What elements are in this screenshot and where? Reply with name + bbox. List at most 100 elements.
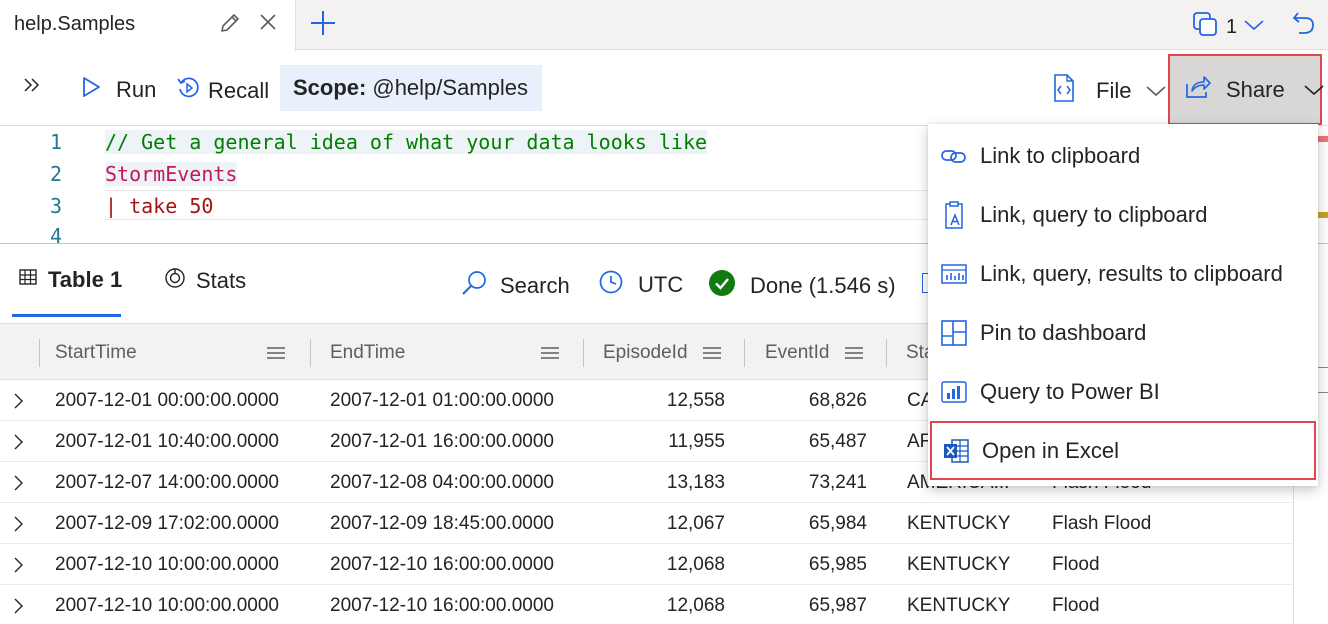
expand-row-chevron-icon[interactable] [12, 462, 26, 503]
tab-title: help.Samples [14, 13, 136, 35]
tab-stats[interactable]: Stats [164, 267, 246, 295]
table-tab-label: Table 1 [48, 267, 123, 292]
menu-item-label: Link, query, results to clipboard [980, 260, 1283, 286]
search-button[interactable]: Search [460, 269, 570, 303]
menu-item-link-query-results-to-clipboard[interactable]: Link, query, results to clipboard [928, 244, 1318, 303]
cell-starttime: 2007-12-09 17:02:00.0000 [55, 512, 279, 534]
share-label: Share [1226, 76, 1285, 102]
column-menu-icon[interactable] [540, 324, 560, 381]
expand-row-chevron-icon[interactable] [12, 585, 26, 624]
column-separator [886, 339, 887, 367]
scope-value: @help/Samples [372, 75, 528, 100]
minimap-marker [1318, 212, 1328, 218]
column-separator [39, 339, 40, 367]
cell-episodeid: 11,955 [668, 430, 725, 452]
column-header-eventid[interactable]: EventId [765, 324, 840, 381]
cell-endtime: 2007-12-10 16:00:00.0000 [330, 553, 554, 575]
power-bi-icon [940, 378, 968, 406]
column-header-label: Sta [906, 341, 928, 363]
file-label: File [1096, 78, 1132, 103]
link-icon [940, 142, 968, 170]
column-separator [744, 339, 745, 367]
expand-row-chevron-icon[interactable] [12, 380, 26, 421]
menu-item-label: Pin to dashboard [980, 319, 1147, 345]
share-menu-button[interactable]: Share [1168, 54, 1325, 125]
clock-icon [598, 269, 624, 301]
search-label: Search [500, 273, 570, 298]
menu-item-open-in-excel[interactable]: Open in Excel [930, 421, 1316, 480]
cell-eventid: 65,984 [808, 512, 867, 534]
chevron-down-icon [1243, 18, 1265, 37]
clipboard-results-icon [940, 260, 968, 288]
clipboard-query-icon [940, 200, 968, 229]
share-icon [1184, 74, 1212, 106]
query-toolbar: Run Recall Scope: @help/Samples File Sha… [0, 51, 1328, 126]
query-status: Done (1.546 s) [708, 269, 896, 303]
column-header-label: EventId [765, 341, 830, 363]
scope-selector[interactable]: Scope: @help/Samples [280, 65, 542, 111]
menu-item-pin-to-dashboard[interactable]: Pin to dashboard [928, 303, 1318, 362]
run-button[interactable]: Run [80, 75, 156, 105]
column-header-label: EndTime [330, 341, 406, 363]
chevron-down-icon [1303, 77, 1325, 103]
column-menu-icon[interactable] [266, 324, 286, 381]
column-header-starttime[interactable]: StartTime [55, 324, 290, 381]
cell-endtime: 2007-12-08 04:00:00.0000 [330, 471, 554, 493]
column-separator [583, 339, 584, 367]
line-number: 1 [49, 130, 62, 154]
recall-button[interactable]: Recall [176, 75, 269, 107]
expand-row-chevron-icon[interactable] [12, 503, 26, 544]
column-header-endtime[interactable]: EndTime [330, 324, 530, 381]
cell-state: KENTUCKY [907, 512, 1011, 534]
expand-row-chevron-icon[interactable] [12, 421, 26, 462]
play-icon [80, 75, 102, 105]
column-menu-icon[interactable] [702, 324, 722, 381]
table-row[interactable]: 2007-12-10 10:00:00.0000 2007-12-10 16:00… [0, 585, 1293, 624]
stats-tab-label: Stats [196, 268, 247, 293]
cell-starttime: 2007-12-10 10:00:00.0000 [55, 553, 279, 575]
pencil-icon[interactable] [218, 11, 242, 40]
cell-episodeid: 12,068 [666, 594, 725, 616]
cell-starttime: 2007-12-01 10:40:00.0000 [55, 430, 279, 452]
scope-key: Scope: [293, 75, 367, 100]
column-menu-icon[interactable] [844, 324, 864, 381]
cell-state: KENTUCKY [907, 553, 1011, 575]
cell-episodeid: 12,068 [666, 553, 725, 575]
active-tab-indicator [12, 314, 121, 317]
utc-toggle[interactable]: UTC [598, 269, 683, 301]
menu-item-query-to-power-bi[interactable]: Query to Power BI [928, 362, 1318, 421]
cell-eventtype: Flash Flood [1052, 512, 1152, 534]
cell-starttime: 2007-12-10 10:00:00.0000 [55, 594, 279, 616]
search-icon [460, 269, 488, 303]
expand-chevron-icon[interactable] [22, 75, 42, 95]
line-number: 2 [49, 162, 62, 186]
menu-item-label: Query to Power BI [980, 378, 1160, 404]
cell-endtime: 2007-12-10 16:00:00.0000 [330, 594, 554, 616]
file-menu-button[interactable]: File [1052, 73, 1167, 109]
check-circle-icon [708, 269, 736, 303]
cell-endtime: 2007-12-01 16:00:00.0000 [330, 430, 554, 452]
table-row[interactable]: 2007-12-10 10:00:00.0000 2007-12-10 16:00… [0, 544, 1293, 585]
column-header-episodeid[interactable]: EpisodeId [603, 324, 698, 381]
menu-item-label: Open in Excel [982, 437, 1119, 463]
cell-eventid: 65,987 [808, 594, 867, 616]
undo-icon[interactable] [1290, 9, 1318, 42]
table-row[interactable]: 2007-12-09 17:02:00.0000 2007-12-09 18:45… [0, 503, 1293, 544]
line-number: 3 [49, 194, 62, 218]
tab-bar: help.Samples 1 [0, 0, 1328, 51]
cell-state: KENTUCKY [907, 594, 1011, 616]
expand-row-chevron-icon[interactable] [12, 544, 26, 585]
query-tab[interactable]: help.Samples [0, 0, 296, 51]
cell-endtime: 2007-12-09 18:45:00.0000 [330, 512, 554, 534]
close-icon[interactable] [257, 11, 279, 38]
minimap-marker [1318, 136, 1328, 142]
menu-item-link-query-to-clipboard[interactable]: Link, query to clipboard [928, 185, 1318, 244]
column-header-state[interactable]: Sta [906, 324, 928, 381]
cell-episodeid: 12,558 [666, 389, 725, 411]
add-tab-icon[interactable] [308, 8, 338, 43]
recall-icon [176, 75, 202, 107]
tab-table-1[interactable]: Table 1 [18, 267, 122, 293]
open-copies-button[interactable]: 1 [1190, 9, 1265, 46]
menu-item-link-to-clipboard[interactable]: Link to clipboard [928, 126, 1318, 185]
cell-eventid: 73,241 [808, 471, 867, 493]
